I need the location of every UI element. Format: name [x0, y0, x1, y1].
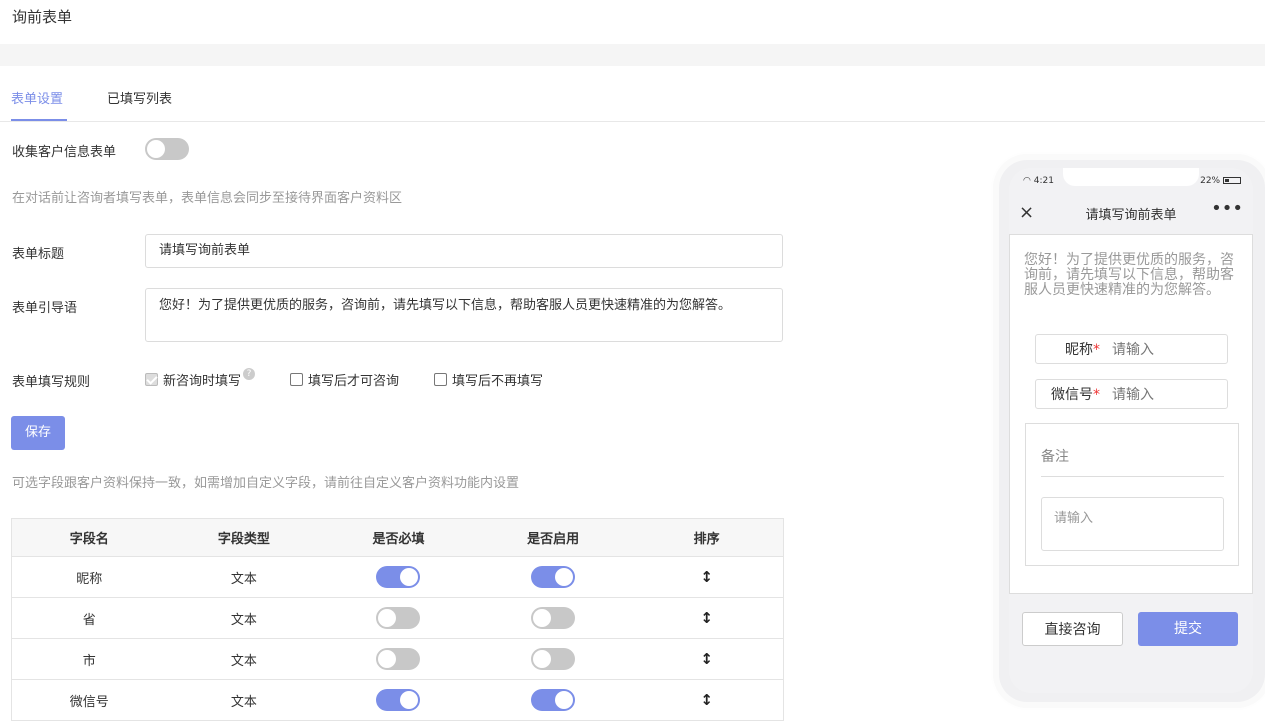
active-tab-indicator — [11, 119, 67, 121]
field-type: 文本 — [230, 694, 257, 710]
status-time: ◠ 4:21 — [1023, 176, 1054, 186]
field-name: 微信号 — [69, 694, 109, 710]
collect-form-toggle[interactable] — [145, 138, 189, 160]
battery-icon — [1223, 177, 1241, 184]
rule-new-consult[interactable]: 新咨询时填写 ? — [145, 367, 256, 389]
collect-form-label: 收集客户信息表单 — [12, 145, 117, 160]
phone-note-box: 备注 请输入 — [1025, 423, 1239, 566]
enabled-toggle[interactable] — [531, 689, 576, 711]
tab-form-settings[interactable]: 表单设置 — [11, 88, 63, 107]
header-enabled: 是否启用 — [527, 532, 580, 547]
phone-wechat-field[interactable]: 微信号* 请输入 — [1035, 379, 1228, 409]
required-toggle[interactable] — [376, 689, 421, 711]
page-title: 询前表单 — [12, 8, 73, 26]
header-sort: 排序 — [693, 532, 720, 547]
rule-no-refill[interactable]: 填写后不再填写 — [434, 370, 543, 389]
phone-nickname-placeholder: 请输入 — [1112, 342, 1154, 358]
phone-screen: ◠ 4:21 22% × 请填写询前表单 ••• 您好！为了提供更优质的服务，咨… — [1009, 168, 1253, 693]
phone-nav-bar: × 请填写询前表单 ••• — [1009, 192, 1253, 234]
field-type: 文本 — [230, 653, 257, 669]
form-title-input[interactable]: 请填写询前表单 — [145, 234, 783, 268]
save-button[interactable]: 保存 — [11, 416, 65, 450]
form-intro-textarea[interactable]: 您好！为了提供更优质的服务，咨询前，请先填写以下信息，帮助客服人员更快速精准的为… — [145, 288, 783, 342]
phone-note-input[interactable]: 请输入 — [1041, 497, 1224, 551]
rule-no-refill-label: 填写后不再填写 — [452, 374, 544, 389]
submit-button[interactable]: 提交 — [1138, 612, 1238, 646]
phone-nickname-field[interactable]: 昵称* 请输入 — [1035, 334, 1228, 364]
table-row: 微信号 文本 ↕ — [12, 680, 783, 721]
required-mark: * — [1093, 387, 1100, 403]
enabled-toggle[interactable] — [531, 566, 576, 588]
checkbox-fill-before-consult[interactable] — [290, 373, 303, 386]
tab-filled-list[interactable]: 已填写列表 — [107, 88, 172, 107]
checkbox-no-refill[interactable] — [434, 373, 447, 386]
sort-handle-icon[interactable]: ↕ — [700, 650, 713, 668]
phone-intro-text: 您好！为了提供更优质的服务，咨询前，请先填写以下信息，帮助客服人员更快速精准的为… — [1024, 252, 1234, 298]
table-header: 字段名 字段类型 是否必填 是否启用 排序 — [12, 519, 783, 557]
form-title-label: 表单标题 — [12, 247, 65, 262]
sort-handle-icon[interactable]: ↕ — [700, 691, 713, 709]
table-row: 市 文本 ↕ — [12, 639, 783, 680]
form-intro-label: 表单引导语 — [12, 301, 78, 316]
status-battery: 22% — [1200, 176, 1241, 186]
phone-notch — [1063, 168, 1199, 186]
enabled-toggle[interactable] — [531, 607, 576, 629]
wifi-icon: ◠ — [1023, 176, 1034, 186]
phone-nav-title: 请填写询前表单 — [1085, 207, 1177, 223]
direct-consult-button[interactable]: 直接咨询 — [1022, 612, 1123, 646]
help-icon[interactable]: ? — [243, 367, 256, 380]
phone-form-area: 您好！为了提供更优质的服务，咨询前，请先填写以下信息，帮助客服人员更快速精准的为… — [1009, 234, 1253, 594]
fields-table: 字段名 字段类型 是否必填 是否启用 排序 昵称 文本 ↕ 省 文本 ↕ 市 文… — [11, 518, 784, 721]
field-type: 文本 — [230, 612, 257, 628]
field-type: 文本 — [230, 571, 257, 587]
field-name: 省 — [82, 612, 96, 628]
header-field-name: 字段名 — [69, 532, 109, 547]
more-icon[interactable]: ••• — [1211, 198, 1243, 219]
rule-fill-before-consult[interactable]: 填写后才可咨询 — [290, 370, 399, 389]
field-name: 昵称 — [76, 571, 103, 587]
tab-bar: 表单设置 已填写列表 — [0, 66, 1265, 122]
header-divider-band — [0, 44, 1265, 66]
form-rules-label: 表单填写规则 — [12, 375, 91, 390]
phone-preview: ◠ 4:21 22% × 请填写询前表单 ••• 您好！为了提供更优质的服务，咨… — [999, 160, 1265, 702]
table-row: 省 文本 ↕ — [12, 598, 783, 639]
rule-fill-before-consult-label: 填写后才可咨询 — [308, 374, 400, 389]
collect-form-hint: 在对话前让咨询者填写表单，表单信息会同步至接待界面客户资料区 — [12, 191, 403, 206]
required-toggle[interactable] — [376, 607, 421, 629]
field-name: 市 — [82, 653, 96, 669]
sort-handle-icon[interactable]: ↕ — [700, 609, 713, 627]
header-required: 是否必填 — [372, 532, 425, 547]
table-row: 昵称 文本 ↕ — [12, 557, 783, 598]
phone-nickname-label: 昵称 — [1065, 342, 1093, 358]
close-icon[interactable]: × — [1019, 202, 1034, 223]
rule-new-consult-label: 新咨询时填写 — [163, 374, 242, 389]
phone-note-label: 备注 — [1041, 449, 1069, 465]
required-mark: * — [1093, 342, 1100, 358]
enabled-toggle[interactable] — [531, 648, 576, 670]
required-toggle[interactable] — [376, 648, 421, 670]
sort-handle-icon[interactable]: ↕ — [700, 568, 713, 586]
header-field-type: 字段类型 — [217, 532, 270, 547]
phone-wechat-label: 微信号 — [1051, 387, 1093, 403]
divider — [1041, 476, 1224, 477]
phone-wechat-placeholder: 请输入 — [1112, 387, 1154, 403]
required-toggle[interactable] — [376, 566, 421, 588]
fields-hint: 可选字段跟客户资料保持一致，如需增加自定义字段，请前往自定义客户资料功能内设置 — [12, 476, 520, 491]
checkbox-new-consult[interactable] — [145, 373, 158, 386]
